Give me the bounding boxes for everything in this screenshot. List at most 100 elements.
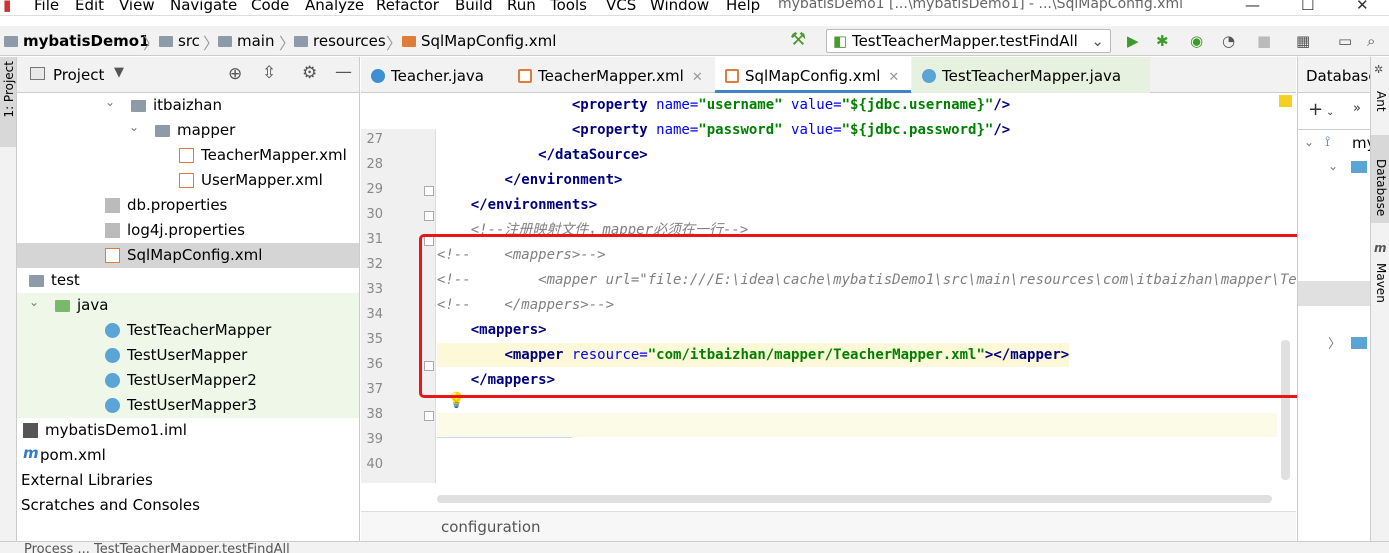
menu-help[interactable]: Help [726, 0, 760, 14]
tree-item[interactable]: TestUserMapper [17, 343, 359, 368]
tab-teachermapper-xml[interactable]: TeacherMapper.xml ✕ [508, 57, 713, 93]
tree-item[interactable]: log4j.properties [17, 218, 359, 243]
project-tool-button[interactable]: 1: Project [0, 57, 16, 147]
line-number: 32 [366, 257, 383, 272]
breadcrumb-resources[interactable]: resources [294, 32, 386, 50]
database-tool-button[interactable]: Database [1371, 135, 1389, 223]
code-token: value= [782, 122, 842, 138]
locate-target-icon[interactable]: ⊕ [228, 64, 242, 84]
tree-item-label: pom.xml [40, 446, 106, 464]
line-number: 36 [366, 357, 383, 372]
tree-item[interactable]: TestTeacherMapper [17, 318, 359, 343]
menu-tools[interactable]: Tools [550, 0, 587, 14]
breadcrumb-file[interactable]: SqlMapConfig.xml [402, 32, 556, 50]
build-hammer-icon[interactable]: ⚒ [790, 29, 806, 50]
chevron-down-icon[interactable]: ⌄ [105, 95, 115, 109]
tree-item[interactable]: Scratches and Consoles [17, 493, 359, 518]
database-panel-title: Database [1306, 67, 1378, 85]
status-text: Process ... TestTeacherMapper.testFindAl… [24, 542, 290, 553]
gear-icon[interactable]: ⚙ [302, 63, 317, 83]
breadcrumb-project[interactable]: mybatisDemo1 [4, 32, 150, 50]
fold-marker-icon[interactable] [424, 211, 434, 221]
fold-marker-icon[interactable] [424, 186, 434, 196]
chevron-down-icon: ⌄ [1091, 32, 1104, 50]
chevron-down-icon[interactable]: ⌄ [1328, 159, 1338, 173]
menu-run[interactable]: Run [507, 0, 536, 14]
menu-vcs[interactable]: VCS [606, 0, 636, 14]
menu-bar: ▮ File Edit View Navigate Code Analyze R… [0, 0, 1389, 16]
tree-item[interactable]: ⌄ itbaizhan [17, 93, 359, 118]
chevron-right-icon[interactable]: 〉 [1328, 333, 1341, 352]
tab-sqlmapconfig-xml[interactable]: SqlMapConfig.xml ✕ [715, 57, 911, 93]
tree-item[interactable]: SqlMapConfig.xml [17, 243, 359, 268]
tree-item-label: mapper [177, 121, 236, 139]
folder-icon [294, 36, 308, 47]
tree-item[interactable]: db.properties [17, 193, 359, 218]
selected-row[interactable] [1298, 281, 1370, 306]
chevron-down-icon[interactable]: ⌄ [129, 120, 139, 134]
menu-view[interactable]: View [119, 0, 155, 14]
breadcrumb-configuration[interactable]: configuration [441, 518, 541, 536]
line-number: 31 [366, 232, 383, 247]
maven-tool-button[interactable]: Maven [1374, 263, 1388, 303]
add-icon[interactable]: + [1308, 99, 1323, 120]
run-configuration-select[interactable]: ◧ TestTeacherMapper.testFindAll ⌄ [826, 29, 1111, 53]
code-token: "${jdbc.password}" [841, 122, 994, 138]
maximize-icon[interactable]: ☐ [1301, 0, 1314, 14]
code-token: </environments> [470, 197, 598, 213]
warning-marker-icon[interactable] [1279, 95, 1292, 107]
tree-item[interactable]: ⌄test [17, 268, 359, 293]
fold-marker-icon[interactable] [424, 411, 434, 421]
horizontal-scrollbar[interactable] [437, 495, 1272, 503]
project-structure-icon[interactable]: ▦ [1296, 32, 1310, 50]
stop-icon[interactable]: ■ [1257, 32, 1271, 50]
menu-analyze[interactable]: Analyze [305, 0, 364, 14]
tree-item[interactable]: ⌄ mapper [17, 118, 359, 143]
tree-item[interactable]: TestUserMapper2 [17, 368, 359, 393]
collapse-all-icon[interactable]: ⇳ [262, 63, 276, 83]
close-tab-icon[interactable]: ✕ [692, 70, 703, 85]
tree-item-label: db.properties [127, 196, 228, 214]
tab-teacher-java[interactable]: Teacher.java [361, 57, 506, 93]
tab-testteachermapper-java[interactable]: TestTeacherMapper.java [912, 57, 1150, 93]
project-view-icon [30, 67, 45, 80]
profile-icon[interactable]: ◔ [1222, 32, 1235, 50]
test-class-icon [105, 323, 120, 338]
menu-build[interactable]: Build [455, 0, 493, 14]
ant-tool-button[interactable]: Ant [1374, 91, 1388, 112]
project-view-select[interactable]: Project [53, 66, 104, 84]
chevron-down-icon[interactable]: ▼ [114, 65, 124, 80]
menu-refactor[interactable]: Refactor [376, 0, 439, 14]
tree-item[interactable]: m pom.xml [17, 443, 359, 468]
debug-bug-icon[interactable]: ✱ [1156, 32, 1169, 50]
menu-edit[interactable]: Edit [75, 0, 104, 14]
coverage-icon[interactable]: ◉ [1190, 32, 1203, 50]
search-everywhere-icon[interactable]: ⌕ [1367, 32, 1375, 50]
tree-item[interactable]: UserMapper.xml [17, 168, 359, 193]
breadcrumb-src[interactable]: src [159, 32, 200, 50]
hide-panel-icon[interactable]: — [335, 62, 352, 82]
menu-code[interactable]: Code [251, 0, 289, 14]
minimize-icon[interactable]: — [1245, 0, 1260, 14]
tree-item[interactable]: External Libraries [17, 468, 359, 493]
layout-icon[interactable]: ▭ [1338, 32, 1352, 50]
close-icon[interactable]: ✕ [1356, 0, 1369, 14]
chevron-down-icon[interactable]: ⌄ [1304, 135, 1314, 149]
tree-item[interactable]: mybatisDemo1.iml [17, 418, 359, 443]
breadcrumb-main[interactable]: main [218, 32, 274, 50]
menu-file[interactable]: File [34, 0, 59, 14]
tree-item[interactable]: ⌄ java [17, 293, 359, 318]
tree-item[interactable]: TestUserMapper3 [17, 393, 359, 418]
tree-item-label: itbaizhan [153, 96, 223, 114]
more-icon[interactable]: » [1353, 101, 1361, 116]
run-icon[interactable]: ▶ [1127, 32, 1139, 50]
test-class-icon [105, 373, 120, 388]
chevron-down-icon[interactable]: ⌄ [29, 295, 39, 309]
tree-item[interactable]: TeacherMapper.xml [17, 143, 359, 168]
menu-navigate[interactable]: Navigate [170, 0, 237, 14]
menu-window[interactable]: Window [650, 0, 709, 14]
schema-folder-icon [1351, 337, 1367, 349]
close-tab-icon[interactable]: ✕ [888, 70, 899, 85]
chevron-down-icon[interactable]: ⌄ [1326, 107, 1334, 118]
